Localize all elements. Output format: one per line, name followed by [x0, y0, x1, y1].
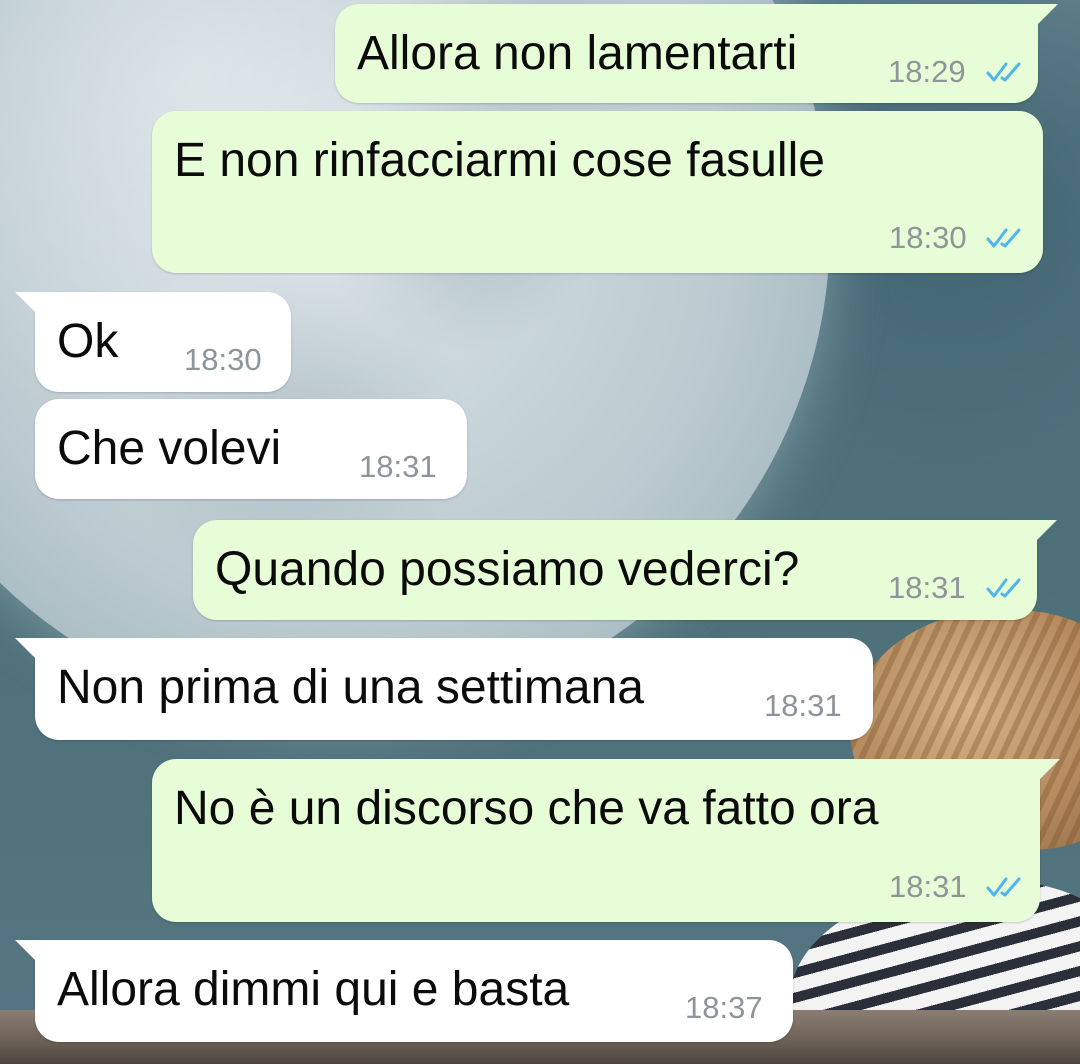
message-time: 18:31	[888, 570, 966, 605]
message-bubble-incoming[interactable]: Non prima di una settimana 18:31	[15, 638, 873, 740]
double-check-icon	[986, 877, 1021, 897]
message-text: Allora non lamentarti	[357, 27, 798, 80]
message-bubble-incoming[interactable]: Ok 18:30	[15, 292, 291, 392]
message-text: Allora dimmi qui e basta	[57, 963, 570, 1016]
message-time: 18:31	[889, 869, 967, 904]
message-text: Ok	[57, 315, 119, 368]
message-text: Che volevi	[57, 422, 282, 475]
message-time: 18:37	[685, 990, 763, 1025]
message-list[interactable]: Allora non lamentarti 18:29 E non rinfac…	[0, 0, 1080, 1064]
message-text: Non prima di una settimana	[57, 661, 644, 714]
message-text: No è un discorso che va fatto ora	[174, 782, 879, 835]
message-text: Quando possiamo vederci?	[215, 543, 800, 596]
message-time: 18:30	[184, 342, 262, 377]
message-time: 18:31	[764, 688, 842, 723]
double-check-icon	[986, 578, 1021, 598]
double-check-icon	[986, 228, 1021, 248]
message-bubble-outgoing[interactable]: No è un discorso che va fatto ora 18:31	[152, 759, 1060, 922]
message-time: 18:31	[359, 449, 437, 484]
message-bubble-outgoing[interactable]: Quando possiamo vederci? 18:31	[193, 520, 1057, 620]
message-bubble-incoming[interactable]: Allora dimmi qui e basta 18:37	[15, 940, 793, 1042]
message-bubble-outgoing[interactable]: Allora non lamentarti 18:29	[335, 4, 1058, 103]
message-text: E non rinfacciarmi cose fasulle	[174, 134, 825, 187]
message-bubble-incoming[interactable]: Che volevi 18:31	[35, 399, 467, 499]
message-bubble-outgoing[interactable]: E non rinfacciarmi cose fasulle 18:30	[152, 111, 1043, 273]
message-time: 18:29	[888, 54, 966, 89]
double-check-icon	[986, 62, 1021, 82]
message-time: 18:30	[889, 220, 967, 255]
